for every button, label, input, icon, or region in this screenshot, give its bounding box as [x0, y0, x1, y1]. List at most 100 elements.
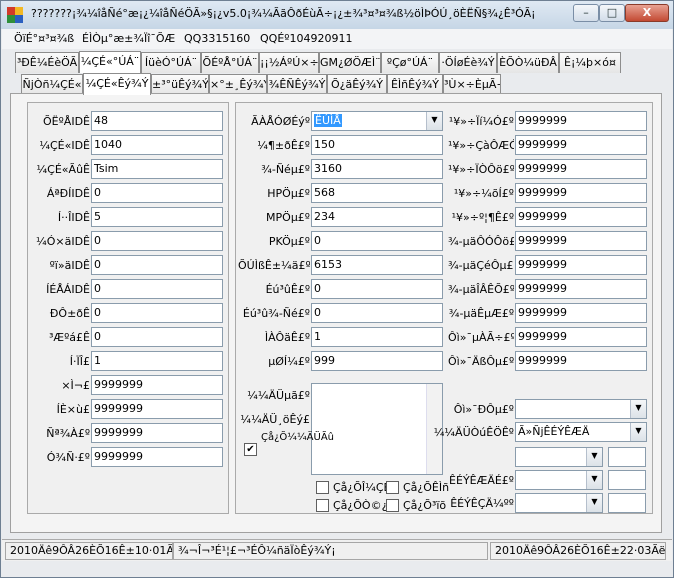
blood-input[interactable]: 9999999: [91, 423, 223, 443]
reincarnation-label: ÌÀÔäÊ£º: [264, 331, 310, 344]
classic-fate-input[interactable]: 9999999: [515, 255, 647, 275]
team-id-input[interactable]: 0: [91, 279, 223, 299]
chevron-down-icon[interactable]: ▼: [586, 448, 602, 466]
attribute-level-select[interactable]: ▼: [515, 493, 603, 513]
chevron-down-icon[interactable]: ▼: [586, 494, 602, 512]
attack-damage-input[interactable]: 9999999: [515, 207, 647, 227]
chevron-down-icon[interactable]: ▼: [630, 400, 646, 418]
defense-input[interactable]: 9999999: [91, 447, 223, 467]
status-label: ×Ì¬£: [61, 379, 90, 392]
account-id-input[interactable]: 48: [91, 111, 223, 131]
skill-count-label: ¼¼ÄÜ¸öÊý£: [240, 413, 310, 426]
clear-medicine-checkbox[interactable]: Çå¿ÕÒ©¿â: [316, 499, 394, 513]
tab-mount-data[interactable]: ÊÌñÊý¾Ý: [387, 74, 443, 95]
head-id-label: Í··ÎIDÊ: [57, 211, 90, 224]
tab-operation[interactable]: ¡¡½ÁºÚ×÷: [259, 52, 319, 73]
pk-input[interactable]: 0: [311, 231, 443, 251]
attack-reduce-input[interactable]: 9999999: [515, 183, 647, 203]
clear-character-checkbox[interactable]: Çå¿ÕÎ¼ÇÉ«: [316, 481, 397, 495]
tab-character-data[interactable]: ¼ÇÉ«Êý¾Ý: [83, 73, 151, 95]
hp-input[interactable]: 568: [311, 183, 443, 203]
maximize-button[interactable]: □: [599, 4, 625, 22]
classic-power-input[interactable]: 9999999: [515, 303, 647, 323]
spouse-id-label: ºï»äIDÊ: [49, 259, 90, 272]
blood-label: Ñª¾À£º: [46, 427, 90, 440]
attribute-level-input[interactable]: [608, 493, 646, 513]
status-bar: 2010Äê9ÔÂ26ÈÕ16Ê±10·01Ãë ¾¬Î¬³É¹¦£¬³ÉÔ¼ñ…: [2, 539, 672, 561]
title-bar[interactable]: ???????¡¾¼îåÑé°æ¡¿¼îåÑéÖÃ»§¡¿v5.0¡¾¼ÃãÔð…: [1, 1, 673, 29]
life-exp-input[interactable]: 0: [311, 303, 443, 323]
job-id-input[interactable]: 0: [91, 183, 223, 203]
app-window: ???????¡¾¼îåÑé°æ¡¿¼îåÑéÖÃ»§¡¿v5.0¡¾¼ÃãÔð…: [0, 0, 674, 578]
creation-fate-label: Ôì»¯ÄßÔµ£º: [448, 355, 514, 368]
clear-wardrobe-checkbox[interactable]: Çå¿Õ³ïõ: [386, 499, 448, 513]
tab-skill-data[interactable]: ¾ÊÑÊý¾Ý: [267, 74, 327, 95]
tab-pet-data[interactable]: Õ¿äÊý¾Ý: [327, 74, 387, 95]
level-input[interactable]: 150: [311, 135, 443, 155]
tab-equip-data[interactable]: ×°±¸Êý¾Ý: [209, 74, 267, 95]
experience-input[interactable]: 3160: [311, 159, 443, 179]
attack-bonus-input[interactable]: 9999999: [515, 111, 647, 131]
chevron-down-icon[interactable]: ▼: [586, 471, 602, 489]
spouse-id-input[interactable]: 0: [91, 255, 223, 275]
attribute-input[interactable]: [608, 470, 646, 490]
upgrade-select[interactable]: ËÚÌÅ ▼: [311, 111, 443, 131]
close-button[interactable]: X: [625, 4, 669, 22]
skill-list-textarea[interactable]: [311, 383, 443, 475]
clear-medicine-label: Çå¿ÕÒ©¿â: [333, 499, 395, 512]
clear-skill-checkbox[interactable]: ✔ Çå¿Õ¼¼ÄÜÃû: [244, 433, 334, 457]
account-id-label: ÕËºÅIDÊ: [43, 115, 90, 128]
upgrade-selected-value: ËÚÌÅ: [314, 114, 342, 127]
character-name-input[interactable]: Tsim: [91, 159, 223, 179]
extra-select[interactable]: ▼: [515, 447, 603, 467]
tab-account-management[interactable]: ÕÉºÅ°ÚÁ¨: [201, 52, 259, 73]
tab-character-management[interactable]: ¼ÇÉ«°ÚÁ¨: [79, 51, 141, 73]
clear-mount-checkbox[interactable]: Çå¿ÕÊÌñ: [386, 481, 449, 495]
tab-select-character[interactable]: ÑjÒñ¼ÇÉ«: [21, 74, 83, 95]
status-input[interactable]: 9999999: [91, 375, 223, 395]
tab-daily-update[interactable]: ÈÕÒ¼üÐÂ: [497, 52, 559, 73]
basic-info-group: ÕËºÅIDÊ 48 ¼ÇÉ«IDÊ 1040 ¼ÇÉ«ÃûÊ Tsim ÁªÐ…: [27, 102, 229, 514]
extra-input[interactable]: [608, 447, 646, 467]
tab-gm-console[interactable]: GM¿ØÖÆÌ¨: [319, 52, 381, 73]
minimize-button[interactable]: –: [573, 4, 599, 22]
rank-input[interactable]: 1: [91, 351, 223, 371]
attack-reduce-label: ¹¥»÷¼õÍ£º: [453, 187, 514, 200]
title-input[interactable]: 0: [91, 327, 223, 347]
attack-cloud-input[interactable]: 9999999: [515, 135, 647, 155]
mp-input[interactable]: 234: [311, 207, 443, 227]
tab-bag-data[interactable]: ±³°üÊý¾Ý: [151, 74, 209, 95]
tab-region-management[interactable]: ºÇø°ÚÁ¨: [381, 52, 439, 73]
gender-input[interactable]: 0: [91, 303, 223, 323]
guild-id-input[interactable]: 0: [91, 231, 223, 251]
reincarnation-input[interactable]: 1: [311, 327, 443, 347]
chevron-down-icon[interactable]: ▼: [630, 423, 646, 441]
attribute-select[interactable]: ▼: [515, 470, 603, 490]
tab-events[interactable]: Ê¡¼þ×ó¤: [559, 52, 621, 73]
tab-forget-management[interactable]: ÍüèÓ°ÚÁ¨: [141, 52, 201, 73]
attack-damage-label: ¹¥»÷º¦¶Ê£º: [451, 211, 514, 224]
creation-way-input[interactable]: 9999999: [515, 327, 647, 347]
tab-init-settings[interactable]: ³ÐÊ¼ÉèÖÃ: [15, 52, 79, 73]
creation-nature-select[interactable]: ▼: [515, 399, 647, 419]
classic-warmth-input[interactable]: 9999999: [515, 279, 647, 299]
character-id-input[interactable]: 1040: [91, 135, 223, 155]
tab-network-data[interactable]: ·ÖÍøÉè¾Ý: [439, 52, 497, 73]
head-id-input[interactable]: 5: [91, 207, 223, 227]
life-skill-input[interactable]: 0: [311, 279, 443, 299]
chevron-down-icon[interactable]: ▼: [426, 112, 442, 130]
team-id-label: ÍÉÅÁIDÊ: [46, 283, 90, 296]
level-label: ¼¶±ðÊ£º: [257, 139, 310, 152]
mount-input[interactable]: 9999999: [91, 399, 223, 419]
attribute-select-label: ÊÉÝÊÆÄÉ£º: [449, 474, 514, 487]
tab-instructions[interactable]: ³Ù×÷ÈµÃ÷: [443, 74, 501, 95]
creation-fate-input[interactable]: 9999999: [515, 351, 647, 371]
classic-fate-label: ¾-µäÇéÔµ£º: [448, 259, 514, 272]
skill-owner-select[interactable]: Ã»ÑjÊÉÝÊÆÄ ▼: [515, 422, 647, 442]
attack-string-label: ¹¥»÷ÏÒÔö£º: [448, 163, 514, 176]
attack-string-input[interactable]: 9999999: [515, 159, 647, 179]
classic-warmth-label: ¾-µäÎÂÊÕ£º: [448, 283, 514, 296]
classic-misc-input[interactable]: 9999999: [515, 231, 647, 251]
online-time-input[interactable]: 6153: [311, 255, 443, 275]
map-input[interactable]: 999: [311, 351, 443, 371]
